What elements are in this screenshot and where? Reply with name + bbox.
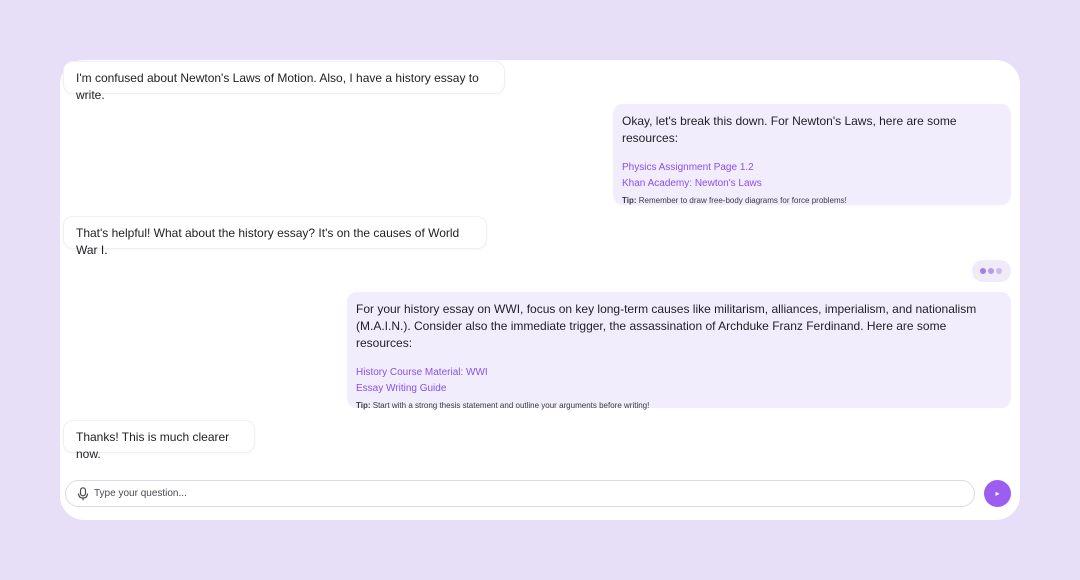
- tip-label: Tip:: [356, 401, 371, 410]
- question-input-bar: [65, 480, 975, 507]
- resource-link-khan-academy[interactable]: Khan Academy: Newton's Laws: [622, 176, 1002, 192]
- typing-dot: [988, 268, 994, 274]
- resource-link-history-course-material[interactable]: History Course Material: WWI: [356, 365, 1002, 381]
- assistant-message: For your history essay on WWI, focus on …: [347, 292, 1011, 410]
- resource-link-physics-assignment[interactable]: Physics Assignment Page 1.2: [622, 160, 1002, 176]
- resource-link-essay-writing-guide[interactable]: Essay Writing Guide: [356, 381, 1002, 397]
- tip-note: Tip: Remember to draw free-body diagrams…: [622, 195, 1002, 207]
- user-message: I'm confused about Newton's Laws of Moti…: [63, 61, 505, 102]
- tip-text: Start with a strong thesis statement and…: [372, 401, 650, 410]
- typing-dot: [980, 268, 986, 274]
- tip-label: Tip:: [622, 196, 637, 205]
- assistant-message: Okay, let's break this down. For Newton'…: [613, 104, 1011, 205]
- question-input[interactable]: [94, 481, 954, 506]
- microphone-icon[interactable]: [77, 487, 89, 501]
- resource-links: Physics Assignment Page 1.2 Khan Academy…: [622, 160, 1002, 192]
- typing-dot: [996, 268, 1002, 274]
- send-button[interactable]: ▸: [984, 480, 1011, 507]
- typing-indicator: [972, 260, 1011, 282]
- app-background: I'm confused about Newton's Laws of Moti…: [0, 0, 1080, 580]
- message-text: For your history essay on WWI, focus on …: [356, 302, 977, 350]
- resource-links: History Course Material: WWI Essay Writi…: [356, 365, 1002, 397]
- tip-text: Remember to draw free-body diagrams for …: [638, 196, 847, 205]
- send-arrow-icon: ▸: [995, 489, 1000, 498]
- message-text: Okay, let's break this down. For Newton'…: [622, 114, 957, 145]
- tip-note: Tip: Start with a strong thesis statemen…: [356, 400, 1002, 412]
- user-message: Thanks! This is much clearer now.: [63, 420, 255, 461]
- user-message: That's helpful! What about the history e…: [63, 216, 487, 257]
